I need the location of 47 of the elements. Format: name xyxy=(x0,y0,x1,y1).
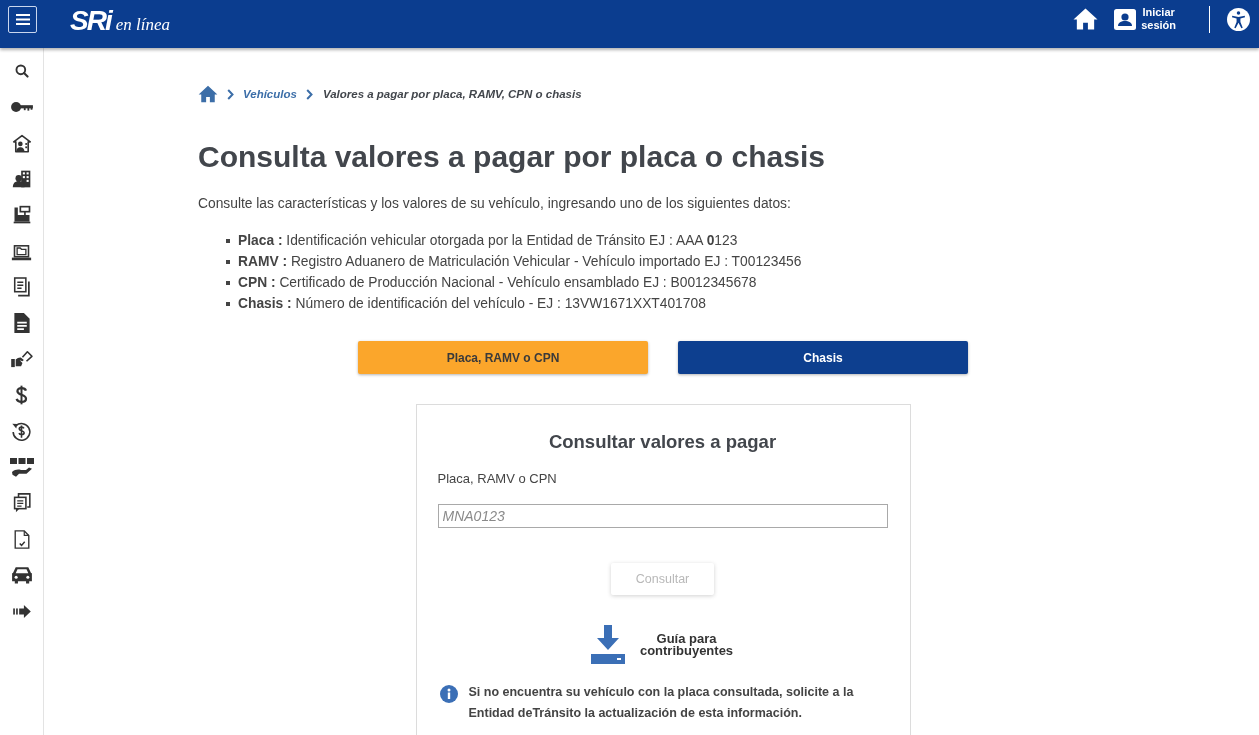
key-icon[interactable] xyxy=(10,102,33,112)
plate-input[interactable]: MNA0123 xyxy=(437,504,888,528)
page-title: Consulta valores a pagar por placa o chasis xyxy=(198,139,826,175)
chevron-icon xyxy=(305,88,313,100)
guide-link[interactable]: Guía para contribuyentes xyxy=(639,632,734,657)
download-icon[interactable] xyxy=(591,625,625,664)
dollar-circle-icon[interactable] xyxy=(11,420,32,442)
logo-tagline: en línea xyxy=(115,15,170,35)
documents-icon[interactable] xyxy=(12,277,31,297)
search-tab[interactable]: Chasis xyxy=(678,341,968,374)
dollar-icon[interactable] xyxy=(15,385,28,405)
search-tab[interactable]: Placa, RAMV o CPN xyxy=(358,341,648,374)
hand-tag-icon[interactable] xyxy=(10,350,33,368)
chat-documents-icon[interactable] xyxy=(12,493,31,513)
building-person-icon[interactable] xyxy=(11,169,32,189)
info-icon xyxy=(439,685,458,703)
arrow-right-icon[interactable] xyxy=(12,604,31,618)
house-person-icon[interactable] xyxy=(11,133,32,153)
bullet-icon xyxy=(226,238,230,243)
hand-bills-icon[interactable] xyxy=(9,457,34,477)
home-icon[interactable] xyxy=(1073,7,1099,31)
intro-text: Consulte las características y los valores de su vehículo, ingresando uno de los siguientes datos: xyxy=(198,195,792,213)
login-button[interactable]: Iniciar sesión xyxy=(1114,6,1176,32)
notice-text: Si no encuentra su vehículo con la placa consultada, solicite a la Entidad deTránsito la actualización de esta información. xyxy=(468,684,855,722)
breadcrumb-link[interactable]: Vehículos xyxy=(243,88,297,100)
car-icon[interactable] xyxy=(10,566,33,584)
user-card-icon xyxy=(1114,8,1137,30)
accessibility-icon[interactable] xyxy=(1227,7,1250,31)
logo-text: SRi xyxy=(70,6,111,36)
search-icon[interactable] xyxy=(14,64,29,78)
breadcrumb-current: Valores a pagar por placa, RAMV, CPN o chasis xyxy=(322,88,582,100)
document-check-icon[interactable] xyxy=(13,529,30,549)
document-icon[interactable] xyxy=(13,313,30,333)
bullet-icon xyxy=(226,259,230,264)
card-title: Consultar valores a pagar xyxy=(547,430,778,454)
bullet-icon xyxy=(226,301,230,306)
menu-button[interactable] xyxy=(8,5,37,33)
criteria-item: Placa : Identificación vehicular otorgada por la Entidad de Tránsito EJ : AAA 0123 xyxy=(238,232,738,250)
home-icon[interactable] xyxy=(198,85,218,103)
criteria-item: RAMV : Registro Aduanero de Matriculación Vehicular - Vehículo importado EJ : T00123456 xyxy=(238,253,802,271)
cash-register-icon[interactable] xyxy=(11,205,32,225)
criteria-item: Chasis : Número de identificación del vehículo - EJ : 13VW1671XXT401708 xyxy=(238,295,706,313)
criteria-item: CPN : Certificado de Producción Nacional - Vehículo ensamblado EJ : B0012345678 xyxy=(238,274,757,292)
bullet-icon xyxy=(226,280,230,285)
chevron-icon xyxy=(227,88,234,100)
field-label: Placa, RAMV o CPN xyxy=(437,470,557,488)
menu-icon xyxy=(15,13,30,25)
